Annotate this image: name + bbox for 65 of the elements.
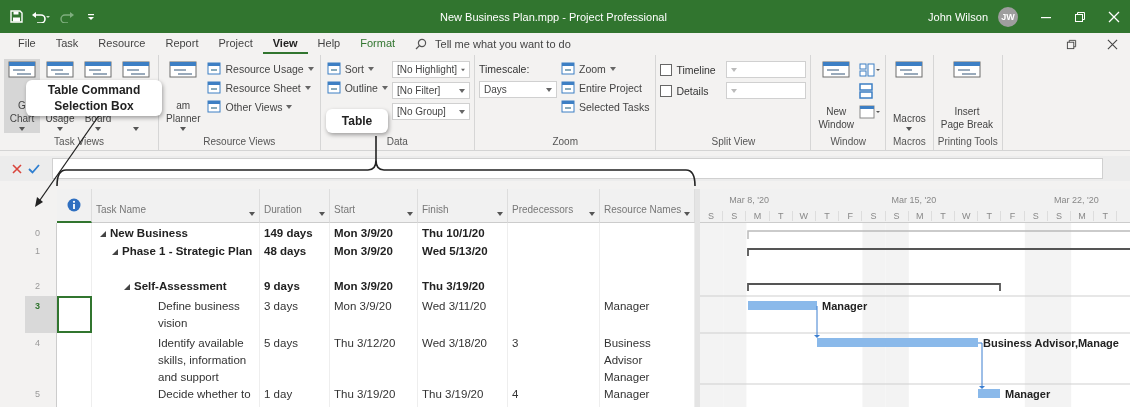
day-label: M <box>916 211 924 221</box>
day-label: S <box>870 211 877 221</box>
duration-cell: 48 days <box>264 245 307 257</box>
start-date: Mon 3/9/20 <box>334 280 393 292</box>
resource-cell: Manager <box>604 300 650 312</box>
duration-cell: 9 days <box>264 280 300 292</box>
task-name: Define business vision <box>158 299 241 331</box>
day-label: T <box>1102 211 1109 221</box>
day-label: T <box>940 211 946 221</box>
week-label: Mar 22, '20 <box>1053 195 1099 205</box>
day-label: W <box>961 211 971 221</box>
predecessor-cell: 3 <box>512 337 519 349</box>
group-label: Resource Views <box>202 136 277 149</box>
start-date: Mon 3/9/20 <box>334 227 393 239</box>
finish-date: Wed 3/11/20 <box>422 300 487 312</box>
group-label: Data <box>385 136 409 149</box>
finish-date: Thu 10/1/20 <box>422 227 485 239</box>
day-label: S <box>1032 211 1039 221</box>
task-name: Self-Assessment <box>134 279 227 294</box>
finish-date: Thu 3/19/20 <box>422 388 484 400</box>
day-label: S <box>731 211 738 221</box>
start-date: Mon 3/9/20 <box>334 300 392 312</box>
duration-cell: 1 day <box>264 388 293 400</box>
field-label: Timescale: <box>478 62 531 77</box>
day-label: M <box>1078 211 1086 221</box>
group-label: Printing Tools <box>937 136 998 149</box>
task-name: Decide whether to <box>158 387 251 402</box>
group-label: Macros <box>892 136 927 149</box>
group-label: Zoom <box>551 136 579 149</box>
day-label: T <box>777 211 784 221</box>
week-label: Mar 8, '20 <box>729 195 769 205</box>
start-date: Thu 3/12/20 <box>334 337 396 349</box>
resource-cell: Business Advisor Manager <box>604 337 651 383</box>
start-date: Mon 3/9/20 <box>334 245 393 257</box>
predecessor-cell: 4 <box>512 388 519 400</box>
finish-date: Thu 3/19/20 <box>422 280 485 292</box>
duration-cell: 3 days <box>264 300 298 312</box>
resource-cell: Manager <box>604 388 650 400</box>
bar-label: Manager <box>1005 388 1051 400</box>
day-label: S <box>708 211 715 221</box>
day-label: F <box>847 211 853 221</box>
bar-label: Manager <box>822 300 868 312</box>
window-title: New Business Plan.mpp - Project Professional <box>440 10 668 23</box>
day-label: S <box>893 211 900 221</box>
week-label: Mar 15, '20 <box>891 195 937 205</box>
user-name: John Wilson <box>928 10 988 23</box>
day-label: W <box>799 211 809 221</box>
finish-date: Wed 3/18/20 <box>422 337 487 349</box>
callout-tooltip: Table Command Selection Box <box>26 80 162 116</box>
day-label: S <box>1055 211 1062 221</box>
group-label: Window <box>829 136 867 149</box>
task-name: New Business <box>110 226 188 241</box>
callout-tooltip: Table <box>326 109 388 133</box>
start-date: Thu 3/19/20 <box>334 388 396 400</box>
finish-date: Wed 5/13/20 <box>422 245 488 257</box>
task-name: Phase 1 - Strategic Plan <box>122 244 253 259</box>
day-label: T <box>986 211 993 221</box>
task-name: Identify available skills, information and support <box>158 336 248 384</box>
day-label: T <box>824 211 830 221</box>
group-label: Split View <box>710 136 757 149</box>
day-label: F <box>1009 211 1016 221</box>
duration-cell: 149 days <box>264 227 313 239</box>
bar-label: Business Advisor,Manage <box>983 337 1119 349</box>
duration-cell: 5 days <box>264 337 298 349</box>
day-label: M <box>753 211 762 221</box>
